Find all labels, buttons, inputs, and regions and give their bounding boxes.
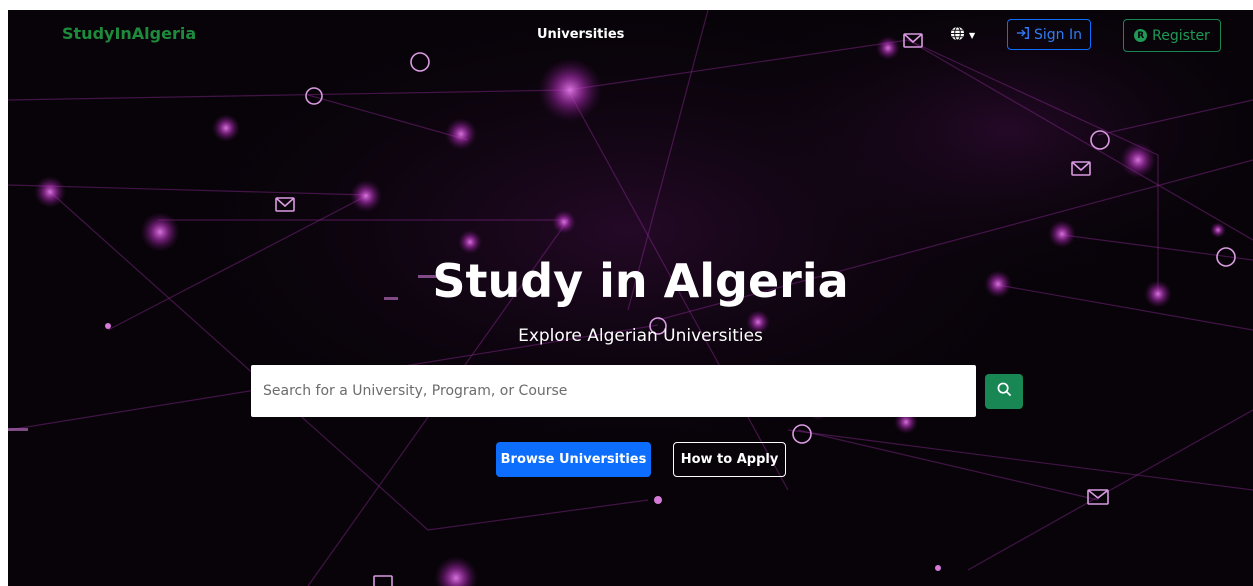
- chevron-down-icon: ▼: [969, 31, 976, 40]
- globe-icon: [950, 26, 965, 45]
- navbar: StudyInAlgeria Universities ▼ Sign In R …: [8, 10, 1253, 62]
- language-dropdown[interactable]: ▼: [950, 26, 975, 45]
- sign-in-button[interactable]: Sign In: [1007, 19, 1091, 50]
- how-to-apply-button[interactable]: How to Apply: [673, 442, 786, 477]
- register-button[interactable]: R Register: [1123, 19, 1221, 52]
- r-circle-icon: R: [1134, 29, 1148, 42]
- brand-logo-link[interactable]: StudyInAlgeria: [62, 24, 196, 43]
- search-icon: [997, 382, 1012, 401]
- browse-universities-button[interactable]: Browse Universities: [496, 442, 651, 477]
- nav-link-universities[interactable]: Universities: [537, 27, 624, 42]
- register-label: Register: [1152, 27, 1210, 44]
- sign-in-arrow-icon: [1016, 26, 1030, 44]
- hero-title: Study in Algeria: [432, 254, 849, 308]
- search-input[interactable]: [251, 365, 976, 417]
- sign-in-label: Sign In: [1034, 26, 1082, 43]
- page-frame: StudyInAlgeria Universities ▼ Sign In R …: [8, 10, 1253, 586]
- hero-subtitle: Explore Algerian Universities: [518, 326, 763, 346]
- search-button[interactable]: [985, 374, 1023, 409]
